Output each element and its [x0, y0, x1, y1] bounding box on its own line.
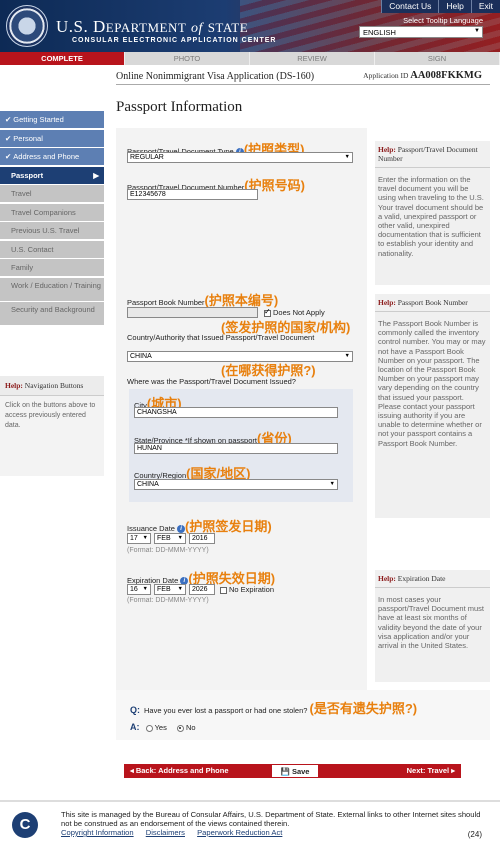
radio-selected-icon: [176, 724, 184, 732]
chevron-down-icon: ▼: [344, 154, 350, 160]
doc-type-select[interactable]: REGULAR ▼: [127, 152, 353, 163]
step-photo: PHOTO: [125, 52, 250, 65]
site-footer: C This site is managed by the Bureau of …: [0, 800, 500, 853]
issue-location-box: City(城市) CHANGSHA State/Province *If sho…: [129, 389, 353, 502]
divider: [116, 84, 490, 85]
site-subtitle: CONSULAR ELECTRONIC APPLICATION CENTER: [72, 37, 277, 44]
top-links: Contact Us Help Exit: [381, 0, 500, 13]
check-icon: ✔: [5, 152, 12, 161]
language-select[interactable]: ENGLISH ▼: [359, 26, 483, 38]
sidebar-item-address-phone[interactable]: ✔ Address and Phone: [0, 148, 104, 165]
checkbox-checked-icon: [264, 307, 271, 317]
site-header: U.S. DEPARTMENT of STATE CONSULAR ELECTR…: [0, 0, 500, 52]
doc-number-input[interactable]: E12345678: [127, 189, 258, 200]
sidebar-nav: ✔ Getting Started ✔ Personal ✔ Address and …: [0, 111, 104, 327]
format-hint: (Format: DD-MMM-YYYY): [127, 547, 209, 554]
site-title: U.S. DEPARTMENT of STATE: [56, 17, 249, 36]
chevron-down-icon: ▼: [142, 586, 148, 592]
copyright-link[interactable]: Copyright Information: [61, 828, 134, 837]
issuance-year-input[interactable]: 2016: [189, 533, 215, 544]
help-title: Help: Passport Book Number: [375, 294, 490, 312]
save-button[interactable]: 💾 Save: [271, 764, 319, 778]
check-icon: ✔: [5, 133, 12, 143]
question-text: Q: Have you ever lost a passport or had o…: [130, 701, 418, 716]
check-icon: ✔: [5, 115, 12, 124]
contact-us-link[interactable]: Contact Us: [381, 0, 438, 13]
issuance-day-select[interactable]: 17 ▼: [127, 533, 151, 544]
issuing-country-label: Country/Authority that Issued Passport/T…: [127, 333, 315, 342]
issuance-month-select[interactable]: FEB ▼: [154, 533, 186, 544]
footer-text: This site is managed by the Bureau of Co…: [61, 810, 481, 828]
form-title: Online Nonimmigrant Visa Application (DS…: [116, 71, 315, 82]
chevron-down-icon: ▼: [177, 586, 183, 592]
save-icon: 💾: [280, 767, 290, 776]
help-title: Help: Navigation Buttons: [0, 376, 104, 396]
help-title: Help: Expiration Date: [375, 570, 490, 588]
help-panel-expiration: Help: Expiration Date In most cases your…: [375, 570, 490, 682]
progress-bar: COMPLETE PHOTO REVIEW SIGN: [0, 52, 500, 65]
step-review: REVIEW: [250, 52, 375, 65]
help-link[interactable]: Help: [438, 0, 470, 13]
step-sign: SIGN: [375, 52, 500, 65]
page-title: Passport Information: [116, 99, 243, 115]
sidebar-item-travel: Travel: [0, 185, 104, 202]
disclaimers-link[interactable]: Disclaimers: [146, 828, 185, 837]
back-button[interactable]: ◂ Back: Address and Phone: [130, 764, 229, 778]
expiration-day-select[interactable]: 16 ▼: [127, 584, 151, 595]
consular-logo: C: [12, 812, 38, 838]
help-text: In most cases your passport/Travel Docum…: [378, 595, 485, 651]
where-issued-label: Where was the Passport/Travel Document I…: [127, 377, 296, 386]
sidebar-item-personal[interactable]: ✔ Personal: [0, 129, 104, 147]
expiration-year-input[interactable]: 2026: [189, 584, 215, 595]
paperwork-link[interactable]: Paperwork Reduction Act: [197, 828, 282, 837]
navigation-help-panel: Help: Navigation Buttons Click on the bu…: [0, 376, 104, 476]
radio-yes[interactable]: Yes: [145, 723, 167, 732]
info-icon[interactable]: i: [177, 525, 186, 534]
step-complete: COMPLETE: [0, 52, 125, 65]
sidebar-item-passport[interactable]: Passport ▶: [0, 166, 104, 184]
sidebar-item-getting-started[interactable]: ✔ Getting Started: [0, 111, 104, 128]
help-text: Enter the information on the travel docu…: [378, 175, 484, 258]
help-panel-document-number: Help: Passport/Travel Document Number En…: [375, 141, 490, 285]
next-button[interactable]: Next: Travel ▸: [407, 764, 455, 778]
city-input[interactable]: CHANGSHA: [134, 407, 338, 418]
help-text: The Passport Book Number is commonly cal…: [378, 319, 486, 448]
radio-no[interactable]: No: [176, 723, 196, 732]
sidebar-item-previous-travel: Previous U.S. Travel: [0, 222, 104, 239]
chevron-down-icon: ▼: [344, 353, 350, 359]
format-hint: (Format: DD-MMM-YYYY): [127, 597, 209, 604]
exit-link[interactable]: Exit: [470, 0, 500, 13]
sidebar-item-work-education: Work / Education / Training: [0, 277, 104, 301]
checkbox-icon: [220, 586, 227, 594]
sidebar-item-security: Security and Background: [0, 302, 104, 325]
no-expiration-checkbox[interactable]: No Expiration: [220, 585, 274, 594]
sidebar-item-us-contact: U.S. Contact: [0, 240, 104, 258]
passport-form: Passport/Travel Document Type i(护照类型) RE…: [116, 128, 367, 740]
help-panel-book-number: Help: Passport Book Number The Passport …: [375, 294, 490, 518]
chevron-down-icon: ▼: [329, 481, 335, 487]
chevron-down-icon: ▼: [177, 535, 183, 541]
answer-row: A: Yes No: [130, 722, 196, 732]
country-select[interactable]: CHINA ▼: [134, 479, 338, 490]
tooltip-language-label: Select Tooltip Language: [403, 16, 483, 25]
does-not-apply-checkbox[interactable]: Does Not Apply: [264, 307, 325, 317]
department-seal-logo: [6, 5, 48, 47]
sidebar-item-family: Family: [0, 259, 104, 276]
lost-passport-question: Q: Have you ever lost a passport or had o…: [116, 690, 490, 740]
application-id: Application ID AA008FKKMG: [363, 70, 482, 81]
state-input[interactable]: HUNAN: [134, 443, 338, 454]
footer-links: Copyright Information Disclaimers Paperw…: [61, 828, 292, 837]
chevron-down-icon: ▼: [474, 28, 480, 34]
help-title: Help: Passport/Travel Document Number: [375, 141, 490, 168]
navigation-button-bar: ◂ Back: Address and Phone 💾 Save Next: T…: [124, 764, 461, 778]
expiration-month-select[interactable]: FEB ▼: [154, 584, 186, 595]
sidebar-item-travel-companions: Travel Companions: [0, 203, 104, 221]
chevron-down-icon: ▼: [142, 535, 148, 541]
radio-icon: [145, 724, 153, 732]
arrow-right-icon: ▶: [93, 170, 99, 180]
help-text: Click on the buttons above to access pre…: [5, 402, 96, 429]
page-number: (24): [467, 830, 482, 839]
